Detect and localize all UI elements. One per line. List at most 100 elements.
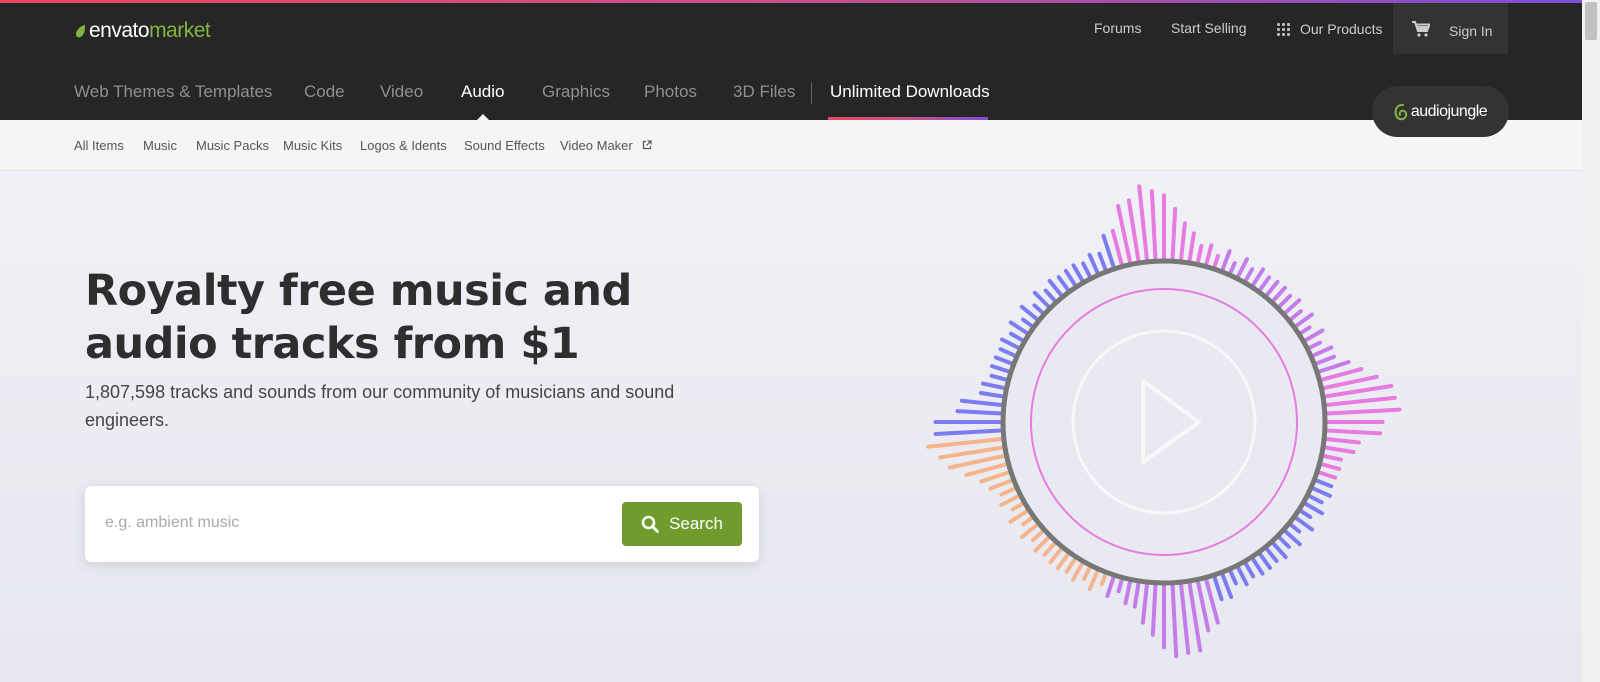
subnav-all-items[interactable]: All Items	[74, 138, 124, 153]
waveform-bar	[1277, 293, 1293, 309]
waveform-bar	[1087, 252, 1100, 276]
waveform-bar	[1195, 243, 1204, 265]
nav-web-themes[interactable]: Web Themes & Templates	[74, 82, 272, 102]
nav-3d-files[interactable]: 3D Files	[733, 82, 795, 102]
waveform-bar	[1212, 253, 1220, 269]
waveform-bar	[1307, 494, 1324, 505]
waveform-bar	[1324, 437, 1361, 445]
subnav-logos-idents[interactable]: Logos & Idents	[360, 138, 447, 153]
search-button[interactable]: Search	[622, 502, 742, 546]
hero-title: Royalty free music and audio tracks from…	[85, 266, 632, 369]
waveform-bar	[1000, 337, 1021, 350]
waveform-bar	[1043, 288, 1057, 303]
nav-video[interactable]: Video	[380, 82, 423, 102]
waveform-bar	[1220, 249, 1232, 272]
subnav-video-maker-label: Video Maker	[560, 138, 633, 153]
waveform-bar	[1314, 354, 1337, 366]
scrollbar-thumb[interactable]	[1585, 2, 1597, 40]
visualizer-outer-ring	[1000, 258, 1328, 586]
waveform-bar	[1019, 304, 1040, 322]
nav-code[interactable]: Code	[304, 82, 345, 102]
waveform-bar	[1010, 501, 1025, 512]
subnav-sound-effects[interactable]: Sound Effects	[464, 138, 545, 153]
waveform-bar	[1179, 221, 1187, 262]
waveform-bar	[1082, 565, 1092, 582]
waveform-bar	[1293, 312, 1314, 329]
cart-icon[interactable]	[1412, 21, 1430, 37]
nav-graphics[interactable]: Graphics	[542, 82, 610, 102]
subnav-music[interactable]: Music	[143, 138, 177, 153]
audio-visualizer	[926, 184, 1402, 659]
grid-icon	[1277, 22, 1290, 36]
waveform-bar	[1298, 325, 1312, 336]
waveform-bar	[1204, 243, 1214, 267]
waveform-bar	[1063, 268, 1078, 288]
envato-market-logo[interactable]: envato market	[74, 17, 211, 45]
waveform-bar	[1021, 515, 1035, 527]
waveform-bar	[1317, 359, 1351, 374]
waveform-bar	[1101, 233, 1116, 269]
waveform-bar	[999, 494, 1021, 507]
waveform-bar	[1105, 575, 1116, 599]
waveform-bar	[1243, 267, 1255, 283]
waveform-bar	[1179, 582, 1191, 655]
waveform-bar	[1324, 428, 1383, 436]
waveform-bar	[1236, 257, 1249, 279]
waveform-bar	[1236, 565, 1249, 587]
subnav-music-kits[interactable]: Music Kits	[283, 138, 342, 153]
waveform-bar	[1140, 582, 1149, 625]
waveform-bar	[1008, 320, 1030, 336]
nav-unlimited-downloads[interactable]: Unlimited Downloads	[830, 82, 990, 102]
waveform-bar	[1298, 508, 1313, 520]
waveform-bar	[1310, 486, 1332, 498]
start-selling-link[interactable]: Start Selling	[1171, 20, 1246, 36]
waveform-bar	[1110, 228, 1124, 267]
waveform-bar	[1008, 508, 1030, 524]
forums-link[interactable]: Forums	[1094, 20, 1141, 36]
waveform-bar	[1170, 206, 1178, 262]
waveform-bar	[1021, 317, 1035, 329]
nav-audio[interactable]: Audio	[461, 82, 504, 102]
waveform-bar	[1064, 556, 1078, 574]
nav-photos[interactable]: Photos	[644, 82, 697, 102]
waveform-bar	[933, 428, 1004, 436]
waveform-bar	[1288, 522, 1302, 534]
sign-in-link[interactable]: Sign In	[1449, 23, 1493, 39]
nav-divider	[811, 82, 812, 104]
waveform-bar	[1030, 529, 1045, 542]
search-icon	[641, 515, 659, 533]
waveform-bar	[1293, 515, 1315, 532]
waveform-bar	[1264, 279, 1280, 298]
our-products-link[interactable]: Our Products	[1277, 21, 1382, 37]
waveform-bar	[1271, 541, 1288, 560]
waveform-bar	[1322, 445, 1356, 455]
waveform-bar	[1047, 278, 1064, 298]
search-input[interactable]	[105, 510, 585, 536]
waveform-bar	[1310, 345, 1334, 358]
subnav-video-maker[interactable]: Video Maker	[560, 138, 652, 153]
subnav-music-packs[interactable]: Music Packs	[196, 138, 269, 153]
page-scrollbar[interactable]	[1582, 0, 1600, 682]
waveform-bar	[1071, 263, 1085, 283]
search-button-label: Search	[669, 514, 723, 533]
waveform-bar	[1250, 556, 1265, 576]
waveform-bar	[1055, 551, 1071, 571]
waveform-bar	[1212, 575, 1224, 602]
waveform-bar	[1149, 189, 1158, 262]
waveform-bar	[989, 373, 1009, 382]
waveform-bar	[1116, 577, 1124, 594]
hero-section: Royalty free music and audio tracks from…	[0, 171, 1582, 682]
waveform-bar	[1317, 470, 1338, 480]
audiojungle-badge[interactable]: audiojungle	[1372, 86, 1509, 137]
waveform-bar	[1056, 275, 1071, 293]
waveform-bar	[938, 445, 1006, 460]
waveform-bar	[1283, 529, 1302, 547]
waveform-bar	[1081, 261, 1092, 279]
waveform-bar	[1126, 198, 1141, 264]
leaf-icon	[75, 24, 86, 38]
waveform-bar	[1264, 546, 1279, 563]
waveform-bar	[1324, 395, 1397, 407]
waveform-bar	[1319, 462, 1342, 471]
audiojungle-logo-icon	[1394, 103, 1408, 120]
waveform-bar	[1324, 407, 1402, 416]
